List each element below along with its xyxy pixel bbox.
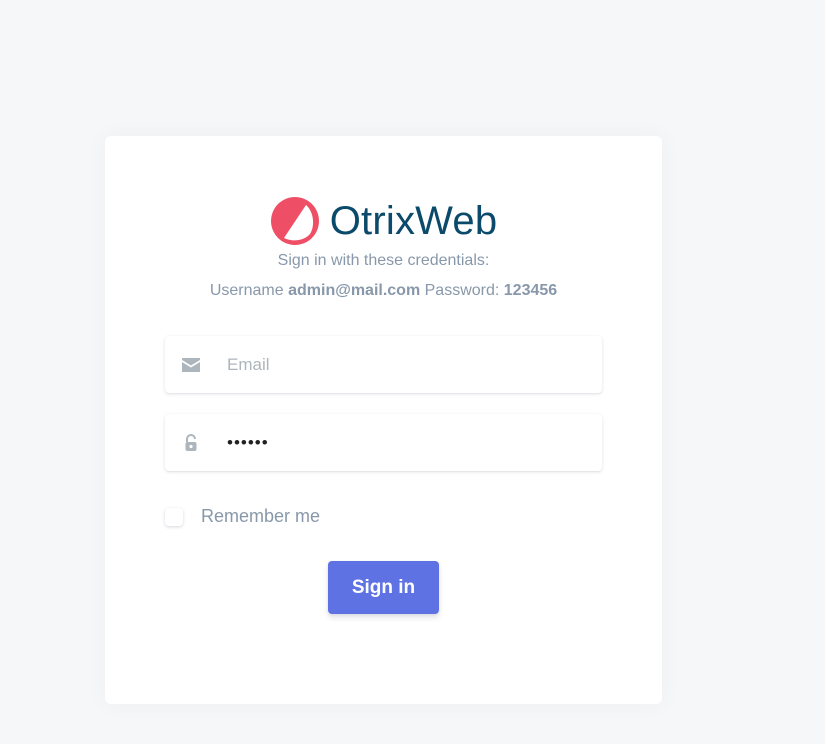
- sign-in-button[interactable]: Sign in: [328, 561, 439, 614]
- lock-icon: [165, 414, 215, 471]
- username-value: admin@mail.com: [288, 282, 421, 299]
- password-input[interactable]: ••••••: [227, 433, 269, 453]
- password-field-group: ••••••: [165, 414, 602, 471]
- otrixweb-logo-icon: [270, 197, 319, 245]
- password-value: 123456: [503, 282, 558, 299]
- envelope-icon: [165, 336, 215, 393]
- email-field-group: [165, 336, 602, 393]
- remember-me-checkbox[interactable]: [165, 507, 183, 526]
- password-label: Password:: [424, 282, 500, 299]
- brand-name: OtrixWeb: [329, 199, 498, 243]
- remember-me[interactable]: Remember me: [165, 506, 320, 527]
- brand: OtrixWeb: [105, 194, 662, 248]
- remember-me-label[interactable]: Remember me: [201, 506, 320, 527]
- email-input[interactable]: [227, 354, 587, 375]
- username-label: Username: [209, 282, 284, 299]
- login-card: OtrixWeb Sign in with these credentials:…: [105, 136, 662, 704]
- credentials-hint-line2: Username admin@mail.com Password: 123456: [105, 282, 662, 300]
- credentials-hint-line1: Sign in with these credentials:: [277, 252, 490, 269]
